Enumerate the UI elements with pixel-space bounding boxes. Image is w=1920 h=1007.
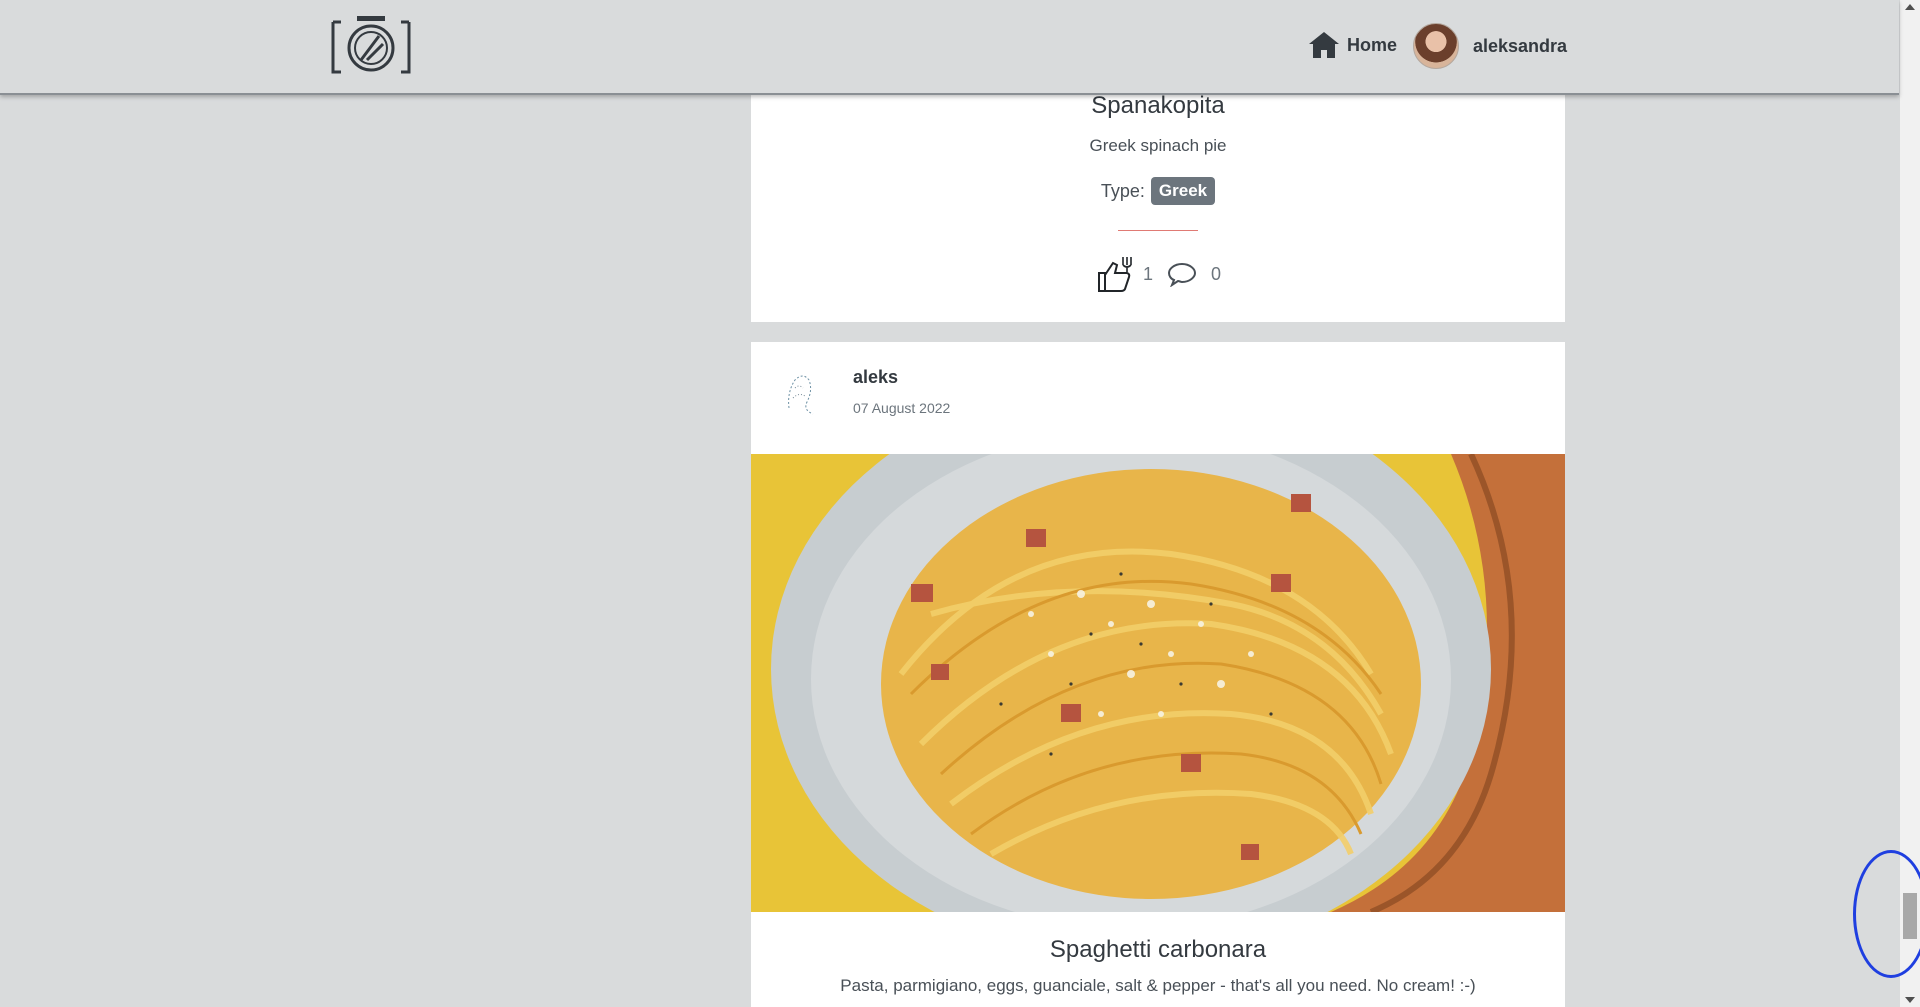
post-date: 07 August 2022: [853, 400, 951, 416]
top-navbar: Home aleksandra: [0, 0, 1899, 95]
nav-home-label: Home: [1347, 34, 1398, 55]
comment-bubble-icon: [1167, 262, 1197, 287]
user-avatar: [1413, 23, 1459, 69]
type-label: Type:: [1100, 180, 1145, 201]
recipe-description: Greek spinach pie: [1089, 136, 1227, 155]
recipe-photo[interactable]: [751, 454, 1565, 912]
author-avatar[interactable]: [773, 362, 825, 418]
like-button[interactable]: [1095, 255, 1135, 293]
home-icon: [1309, 32, 1339, 58]
type-badge[interactable]: Greek: [1150, 177, 1216, 205]
author-name[interactable]: aleks: [853, 367, 898, 388]
divider: [1118, 230, 1198, 231]
scroll-down-arrow-icon[interactable]: [1905, 997, 1915, 1003]
recipe-stats: 1 0: [751, 255, 1565, 293]
like-count: 1: [1142, 263, 1153, 284]
recipe-title: Spaghetti carbonara: [1049, 936, 1267, 963]
recipe-description: Pasta, parmigiano, eggs, guanciale, salt…: [840, 976, 1476, 995]
recipe-type-row: Type: Greek: [751, 177, 1565, 205]
camera-plate-logo-icon[interactable]: [327, 14, 415, 78]
nav-user-label: aleksandra: [1473, 35, 1568, 56]
scrollbar-thumb[interactable]: [1903, 893, 1917, 939]
nav-home-link[interactable]: Home: [1307, 30, 1397, 60]
comment-button[interactable]: [1167, 261, 1197, 287]
nav-user-profile[interactable]: aleksandra: [1413, 23, 1567, 69]
recipe-card: aleks 07 August 2022 Spaghetti carbonara…: [751, 342, 1565, 1007]
recipe-title: Spanakopita: [1091, 92, 1225, 119]
comment-count: 0: [1211, 263, 1222, 284]
scroll-up-arrow-icon[interactable]: [1905, 4, 1915, 10]
page-scrollbar[interactable]: [1900, 0, 1920, 1007]
like-fork-thumb-icon: [1097, 257, 1132, 292]
